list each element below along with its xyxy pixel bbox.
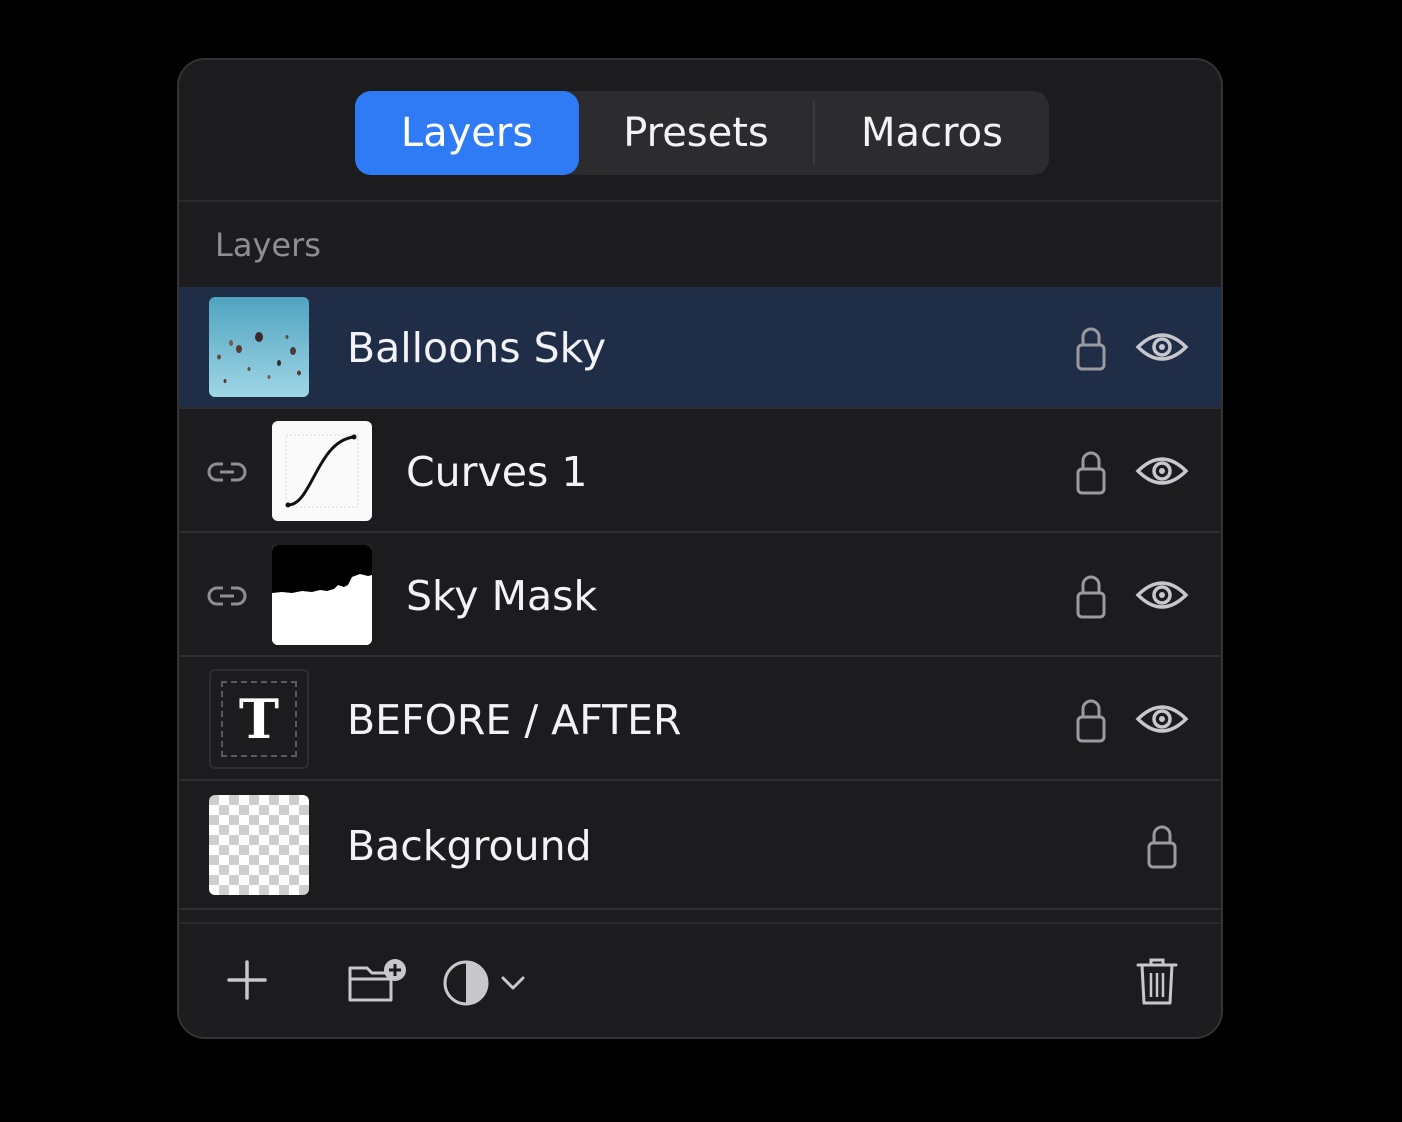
lock-icon[interactable] [1146,823,1178,869]
layer-thumbnail-text: T [209,669,309,769]
section-title: Layers [215,226,321,264]
delete-layer-button[interactable] [1135,956,1179,1008]
link-icon [207,462,247,482]
adjustment-button[interactable] [441,958,491,1008]
new-group-folder-icon [348,959,406,1002]
layer-name: Curves 1 [406,448,588,496]
layer-row-curves-1[interactable]: Curves 1 [179,411,1221,533]
eye-icon[interactable] [1135,699,1189,739]
eye-icon[interactable] [1135,575,1189,615]
link-icon [207,586,247,606]
layer-thumbnail-curves [272,421,372,521]
mask-icon [272,545,372,645]
layer-row-before-after[interactable]: T BEFORE / AFTER [179,659,1221,781]
layer-name: Background [347,822,592,870]
eye-icon[interactable] [1135,451,1189,491]
layer-row-sky-mask[interactable]: Sky Mask [179,535,1221,657]
layer-thumbnail-photo [209,297,309,397]
tab-macros[interactable]: Macros [815,91,1049,175]
balloons-photo-icon [209,297,309,397]
eye-icon[interactable] [1135,327,1189,367]
layer-row-balloons-sky[interactable]: Balloons Sky [179,287,1221,409]
checkerboard-icon [209,795,309,895]
layer-name: Sky Mask [406,572,598,620]
new-group-button[interactable] [347,958,409,1004]
layers-panel: Layers Presets Macros Layers Balloons Sk… [177,58,1223,1039]
layer-name: BEFORE / AFTER [347,696,682,744]
trash-icon [1136,958,1178,1005]
divider [179,922,1221,924]
add-layer-button[interactable] [225,958,269,1002]
divider [179,200,1221,202]
adjustment-menu-button[interactable] [499,970,527,996]
plus-icon [227,960,267,1000]
chevron-down-icon [501,976,525,990]
tab-layers[interactable]: Layers [355,91,579,175]
layer-row-background[interactable]: Background [179,783,1221,910]
tab-bar: Layers Presets Macros [355,91,1049,175]
layer-thumbnail-transparent [209,795,309,895]
lock-icon[interactable] [1075,697,1107,743]
tab-presets[interactable]: Presets [579,91,813,175]
lock-icon[interactable] [1075,325,1107,371]
lock-icon[interactable] [1075,449,1107,495]
adjustment-contrast-icon [443,960,489,1006]
curves-graph-icon [285,434,359,508]
lock-icon[interactable] [1075,573,1107,619]
text-layer-icon: T [238,687,280,751]
layer-thumbnail-mask [272,545,372,645]
layer-name: Balloons Sky [347,324,607,372]
